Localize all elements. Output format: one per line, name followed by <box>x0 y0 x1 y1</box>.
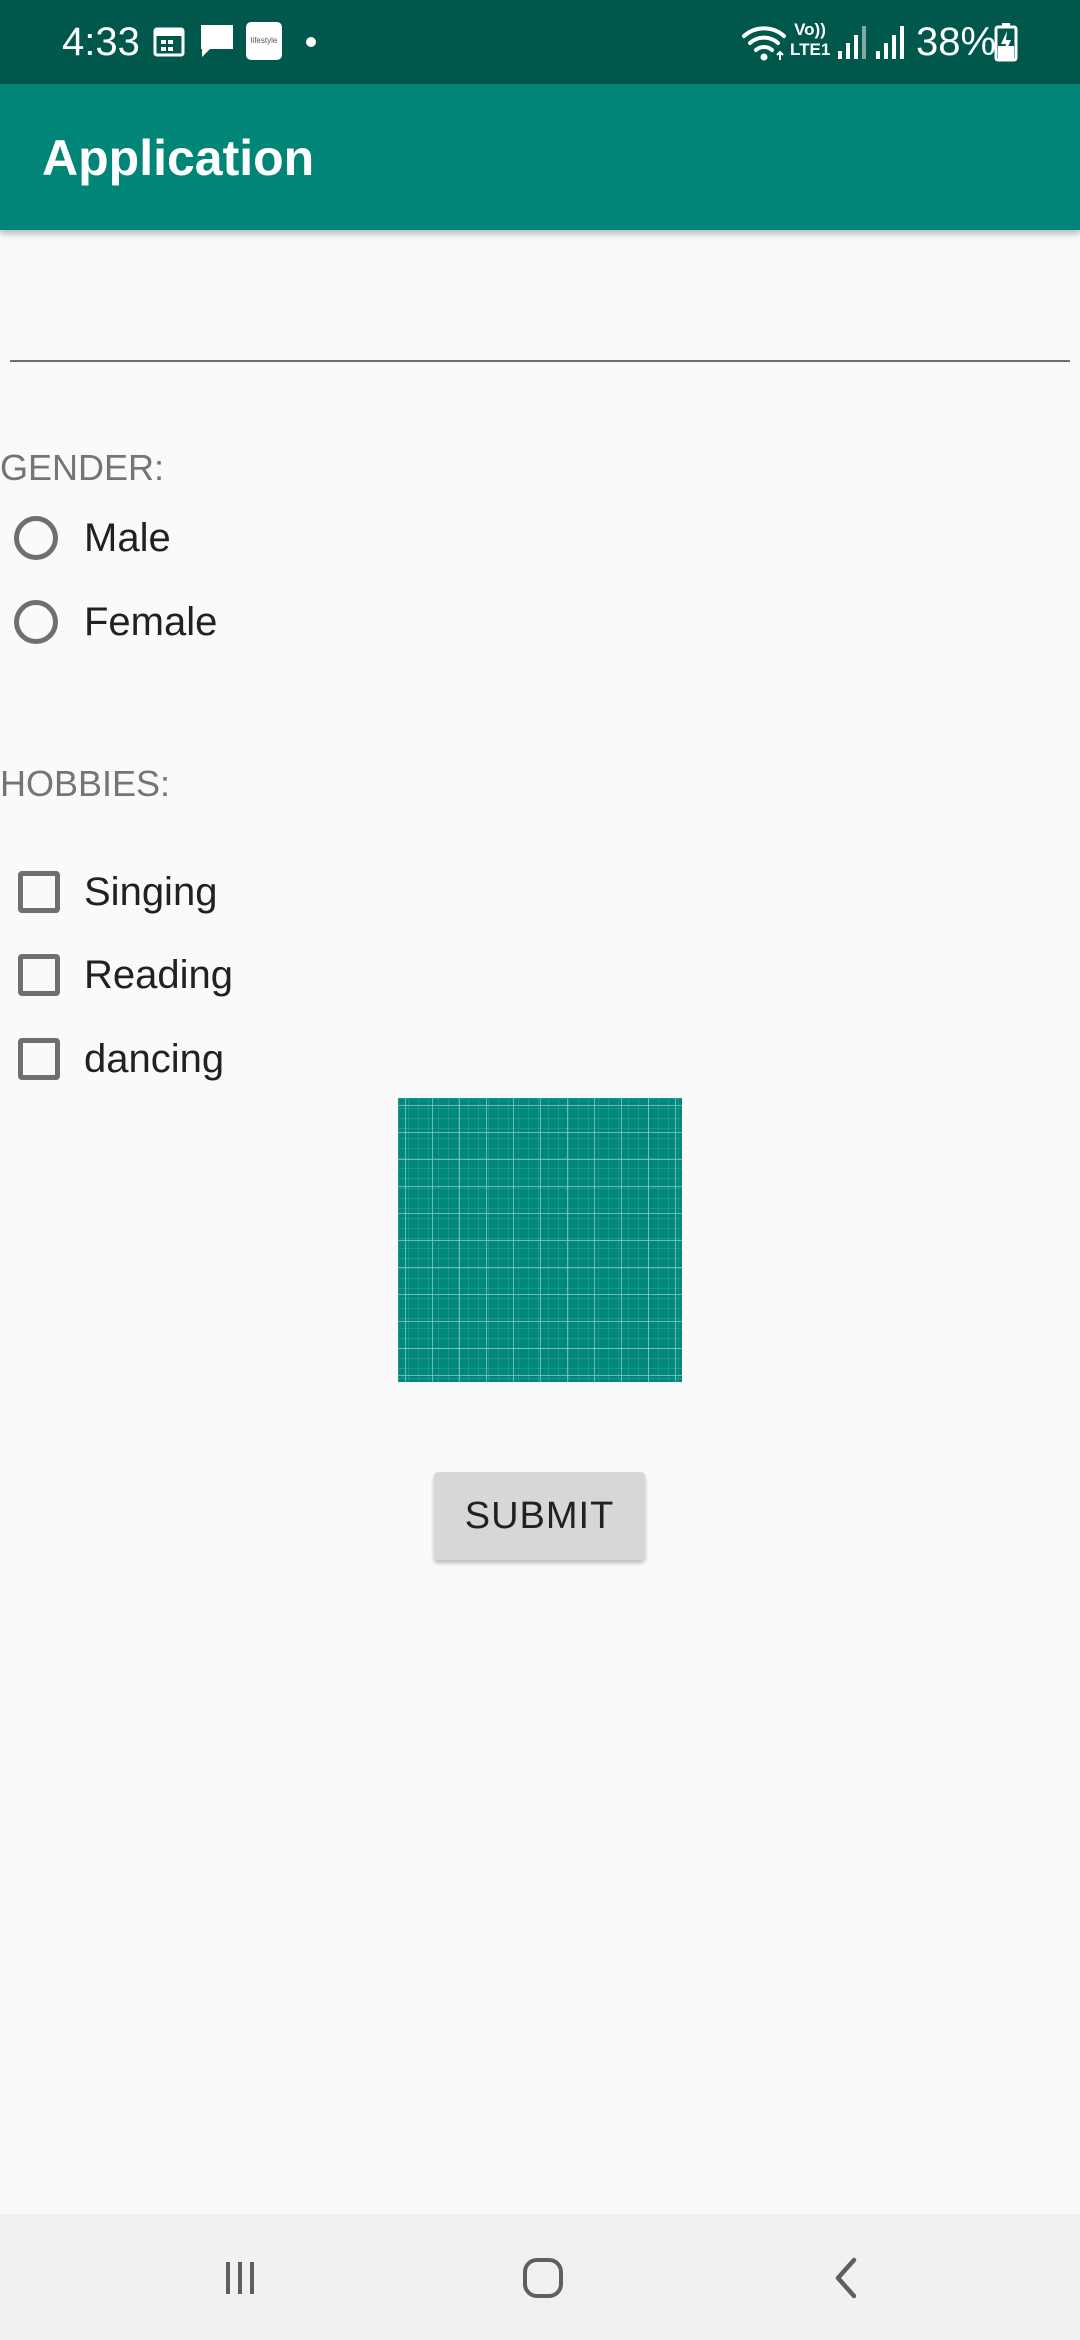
back-icon <box>835 2257 857 2299</box>
back-button[interactable] <box>796 2238 896 2318</box>
signal-icon <box>876 26 904 59</box>
navigation-bar <box>0 2214 1080 2340</box>
recent-apps-button[interactable] <box>190 2238 290 2318</box>
radio-button-icon[interactable] <box>14 600 58 644</box>
radio-label: Female <box>84 600 218 644</box>
radio-button-icon[interactable] <box>14 516 58 560</box>
checkbox-icon[interactable] <box>18 954 60 996</box>
radio-male[interactable]: Male <box>14 510 171 566</box>
submit-button[interactable]: SUBMIT <box>434 1472 645 1560</box>
recent-apps-icon <box>226 2262 254 2294</box>
battery-charging-icon <box>994 23 1018 62</box>
hobbies-label: HOBBIES: <box>0 763 171 804</box>
status-bar: 4:33 lifestyle Vo)) LTE1 38% <box>0 0 1080 84</box>
notification-dot-icon <box>306 37 316 47</box>
wifi-icon <box>742 26 786 61</box>
radio-label: Male <box>84 516 171 560</box>
checkbox-label: dancing <box>84 1037 225 1081</box>
home-button[interactable] <box>493 2238 593 2318</box>
checkbox-dancing[interactable]: dancing <box>14 1031 224 1087</box>
grid-placeholder-image <box>398 1098 682 1382</box>
checkbox-singing[interactable]: Singing <box>14 864 217 920</box>
status-time: 4:33 <box>62 20 140 64</box>
gender-label: GENDER: <box>0 447 165 488</box>
lifestyle-app-icon: lifestyle <box>246 22 282 60</box>
app-title: Application <box>42 130 315 186</box>
checkbox-icon[interactable] <box>18 871 60 913</box>
checkbox-label: Singing <box>84 870 218 914</box>
radio-female[interactable]: Female <box>14 594 217 650</box>
battery-percent: 38% <box>916 20 997 64</box>
checkbox-label: Reading <box>84 953 234 997</box>
signal-icon <box>838 26 866 59</box>
checkbox-icon[interactable] <box>18 1038 60 1080</box>
home-icon <box>523 2258 563 2298</box>
text-input[interactable] <box>10 290 1070 362</box>
app-bar: Application <box>0 84 1080 230</box>
calendar-icon <box>153 27 185 57</box>
volte-icon: Vo)) LTE1 <box>790 20 831 59</box>
checkbox-reading[interactable]: Reading <box>14 947 233 1003</box>
message-icon <box>201 25 233 57</box>
